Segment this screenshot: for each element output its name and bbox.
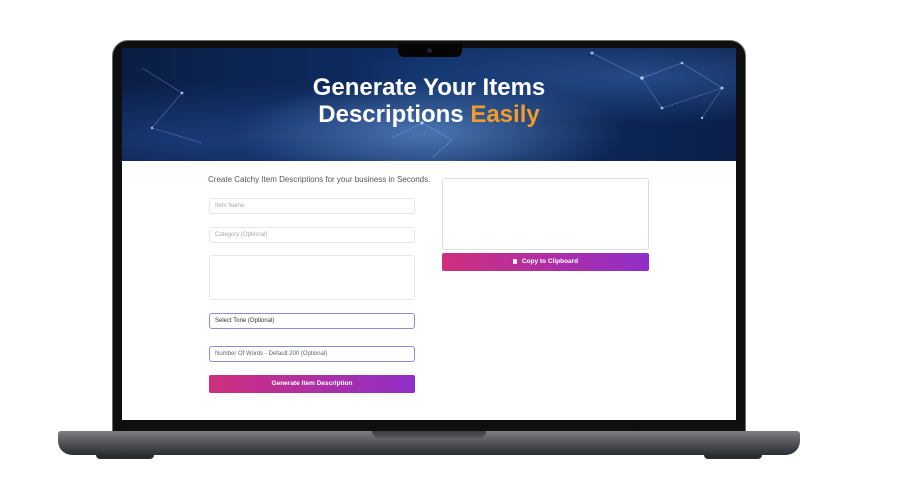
hero-title-text: Descriptions [318, 101, 464, 128]
generate-button[interactable]: Generate Item Description [209, 375, 415, 393]
camera-icon [427, 48, 432, 53]
item-name-input[interactable]: Item Name [209, 198, 415, 214]
category-input[interactable]: Category (Optional) [209, 227, 415, 243]
copy-button-label: Copy to Clipboard [521, 258, 579, 265]
hero-banner: Generate Your Items Descriptions Easily [122, 48, 736, 161]
hero-title-line1: Generate Your Items [312, 74, 546, 101]
laptop-foot-right [704, 455, 762, 459]
hero-title-line2: Descriptions Easily [122, 101, 736, 128]
hero-title: Generate Your Items Descriptions Easily [122, 74, 736, 128]
word-count-input[interactable]: Number Of Words - Default 200 (Optional) [209, 346, 415, 362]
clipboard-icon [512, 258, 517, 264]
details-textarea[interactable] [209, 255, 415, 300]
laptop-base-notch [372, 431, 486, 438]
tone-select[interactable]: Select Tone (Optional) [209, 313, 415, 329]
laptop-screen: Generate Your Items Descriptions Easily … [122, 48, 736, 420]
hero-title-accent: Easily [470, 101, 540, 128]
output-textarea[interactable] [442, 178, 649, 250]
intro-text: Create Catchy Item Descriptions for your… [208, 175, 431, 184]
copy-button[interactable]: Copy to Clipboard [442, 253, 649, 271]
laptop-foot-left [96, 455, 154, 459]
